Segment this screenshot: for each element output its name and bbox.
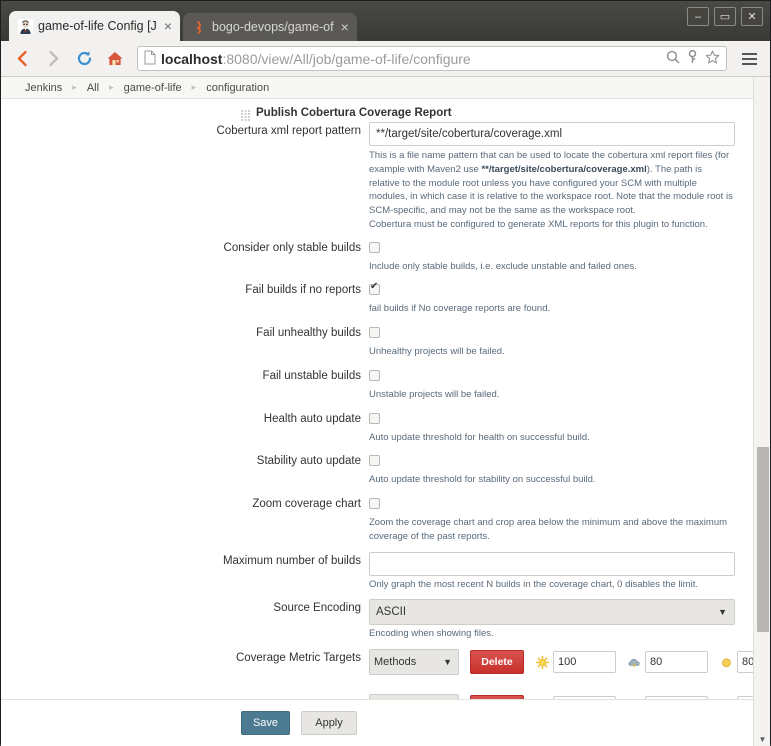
scrollbar-thumb[interactable]: [757, 447, 769, 632]
tab-close-icon[interactable]: ×: [162, 19, 174, 33]
breadcrumb-item-game-of-life[interactable]: game-of-life: [114, 82, 192, 94]
star-icon[interactable]: [705, 50, 720, 67]
browser-tab-github[interactable]: bogo-devops/game-of ×: [183, 13, 357, 41]
breadcrumb-item-all[interactable]: All: [77, 82, 109, 94]
browser-window: game-of-life Config [J × bogo-devops/gam…: [0, 0, 771, 744]
page-icon: [144, 50, 156, 68]
label-source-encoding: Source Encoding: [1, 599, 369, 614]
help-text-part3: Cobertura must be configured to generate…: [369, 219, 708, 230]
tab-title: bogo-devops/game-of: [212, 20, 334, 34]
checkbox-5[interactable]: [369, 455, 380, 466]
help-checkbox: fail builds if No coverage reports are f…: [369, 300, 735, 324]
navigation-bar: localhost:8080/view/All/job/game-of-life…: [1, 41, 770, 77]
checkbox-1[interactable]: [369, 284, 380, 295]
breadcrumb-item-jenkins[interactable]: Jenkins: [15, 82, 72, 94]
label-max-builds: Maximum number of builds: [1, 552, 369, 567]
title-bar: game-of-life Config [J × bogo-devops/gam…: [1, 1, 770, 41]
label-report-pattern: Cobertura xml report pattern: [1, 122, 369, 137]
apply-button[interactable]: Apply: [301, 711, 357, 735]
label-checkbox: Consider only stable builds: [1, 239, 369, 254]
back-icon[interactable]: [9, 46, 35, 72]
field-row-checkbox: Fail builds if no reportsfail builds if …: [1, 281, 753, 324]
key-icon[interactable]: [687, 50, 698, 67]
delete-metric-button-0[interactable]: Delete: [470, 650, 524, 674]
checkbox-2[interactable]: [369, 327, 380, 338]
label-checkbox: Fail unstable builds: [1, 367, 369, 382]
jenkins-butler-icon: [18, 19, 33, 34]
field-row-checkbox: Fail unhealthy buildsUnhealthy projects …: [1, 324, 753, 367]
health-threshold-input-0[interactable]: [553, 651, 616, 673]
tab-close-icon[interactable]: ×: [339, 20, 351, 34]
tab-strip: game-of-life Config [J × bogo-devops/gam…: [9, 10, 357, 41]
config-form: Publish Cobertura Coverage Report Cobert…: [1, 99, 753, 746]
save-button[interactable]: Save: [241, 711, 290, 735]
breadcrumb-item-configuration[interactable]: configuration: [196, 82, 279, 94]
hamburger-menu-icon[interactable]: [736, 46, 762, 72]
tab-title: game-of-life Config [J: [38, 19, 157, 33]
storm-cloud-icon: [628, 656, 641, 669]
search-icon[interactable]: [666, 50, 680, 67]
checkbox-6[interactable]: [369, 498, 380, 509]
checkbox-0[interactable]: [369, 242, 380, 253]
page-viewport: Jenkins ▸ All ▸ game-of-life ▸ configura…: [1, 77, 770, 746]
help-report-pattern: This is a file name pattern that can be …: [369, 146, 735, 239]
max-builds-input[interactable]: [369, 552, 735, 576]
help-checkbox: Unhealthy projects will be failed.: [369, 343, 735, 367]
target-threshold-input-0[interactable]: [737, 651, 753, 673]
help-checkbox: Include only stable builds, i.e. exclude…: [369, 258, 735, 282]
amber-sun-icon: [720, 656, 733, 669]
minimize-button[interactable]: –: [687, 7, 709, 26]
label-checkbox: Fail unhealthy builds: [1, 324, 369, 339]
field-row-checkbox: Consider only stable buildsInclude only …: [1, 239, 753, 282]
help-checkbox: Auto update threshold for stability on s…: [369, 471, 735, 495]
label-checkbox: Health auto update: [1, 410, 369, 425]
help-checkbox: Auto update threshold for health on succ…: [369, 429, 735, 453]
reload-icon[interactable]: [71, 46, 97, 72]
field-row-report-pattern: Cobertura xml report pattern This is a f…: [1, 122, 753, 239]
stability-threshold-input-0[interactable]: [645, 651, 708, 673]
forward-icon: [40, 46, 66, 72]
label-checkbox: Stability auto update: [1, 452, 369, 467]
checkbox-3[interactable]: [369, 370, 380, 381]
github-fork-icon: [192, 20, 207, 35]
close-button[interactable]: ✕: [741, 7, 763, 26]
checkbox-section: Consider only stable buildsInclude only …: [1, 239, 753, 552]
field-row-source-encoding: Source Encoding ASCII ▼ Encoding when sh…: [1, 599, 753, 649]
help-checkbox: Unstable projects will be failed.: [369, 386, 735, 410]
field-row-checkbox: Stability auto updateAuto update thresho…: [1, 452, 753, 495]
help-max-builds: Only graph the most recent N builds in t…: [369, 576, 735, 600]
url-bar-icons: [666, 50, 720, 67]
label-checkbox: Fail builds if no reports: [1, 281, 369, 296]
browser-tab-jenkins-config[interactable]: game-of-life Config [J ×: [9, 11, 180, 41]
source-encoding-select[interactable]: ASCII: [369, 599, 735, 625]
help-text-bold: **/target/site/cobertura/coverage.xml: [481, 164, 646, 175]
metric-select-0[interactable]: Methods: [369, 649, 459, 675]
field-row-max-builds: Maximum number of builds Only graph the …: [1, 552, 753, 600]
breadcrumb: Jenkins ▸ All ▸ game-of-life ▸ configura…: [1, 77, 753, 99]
field-row-checkbox: Fail unstable buildsUnstable projects wi…: [1, 367, 753, 410]
help-source-encoding: Encoding when showing files.: [369, 625, 735, 649]
home-icon[interactable]: [102, 46, 128, 72]
field-row-checkbox: Health auto updateAuto update threshold …: [1, 410, 753, 453]
form-action-bar: Save Apply: [1, 699, 753, 746]
url-bar[interactable]: localhost:8080/view/All/job/game-of-life…: [137, 46, 727, 71]
scroll-down-arrow-icon[interactable]: ▼: [754, 735, 771, 744]
report-pattern-input[interactable]: [369, 122, 735, 146]
sun-icon: [536, 656, 549, 669]
maximize-button[interactable]: ▭: [714, 7, 736, 26]
checkbox-4[interactable]: [369, 413, 380, 424]
window-controls: – ▭ ✕: [687, 7, 763, 26]
section-header-cobertura: Publish Cobertura Coverage Report: [241, 107, 753, 119]
page-scrollbar[interactable]: ▼: [753, 77, 770, 746]
drag-handle-icon[interactable]: [241, 108, 250, 119]
url-text[interactable]: localhost:8080/view/All/job/game-of-life…: [161, 51, 661, 67]
help-checkbox: Zoom the coverage chart and crop area be…: [369, 514, 735, 552]
label-coverage-targets: Coverage Metric Targets: [1, 649, 369, 664]
section-title: Publish Cobertura Coverage Report: [256, 107, 452, 119]
coverage-metric-row: Methods▼Delete: [369, 649, 753, 675]
jenkins-page: Jenkins ▸ All ▸ game-of-life ▸ configura…: [1, 77, 753, 746]
label-checkbox: Zoom coverage chart: [1, 495, 369, 510]
field-row-checkbox: Zoom coverage chartZoom the coverage cha…: [1, 495, 753, 552]
